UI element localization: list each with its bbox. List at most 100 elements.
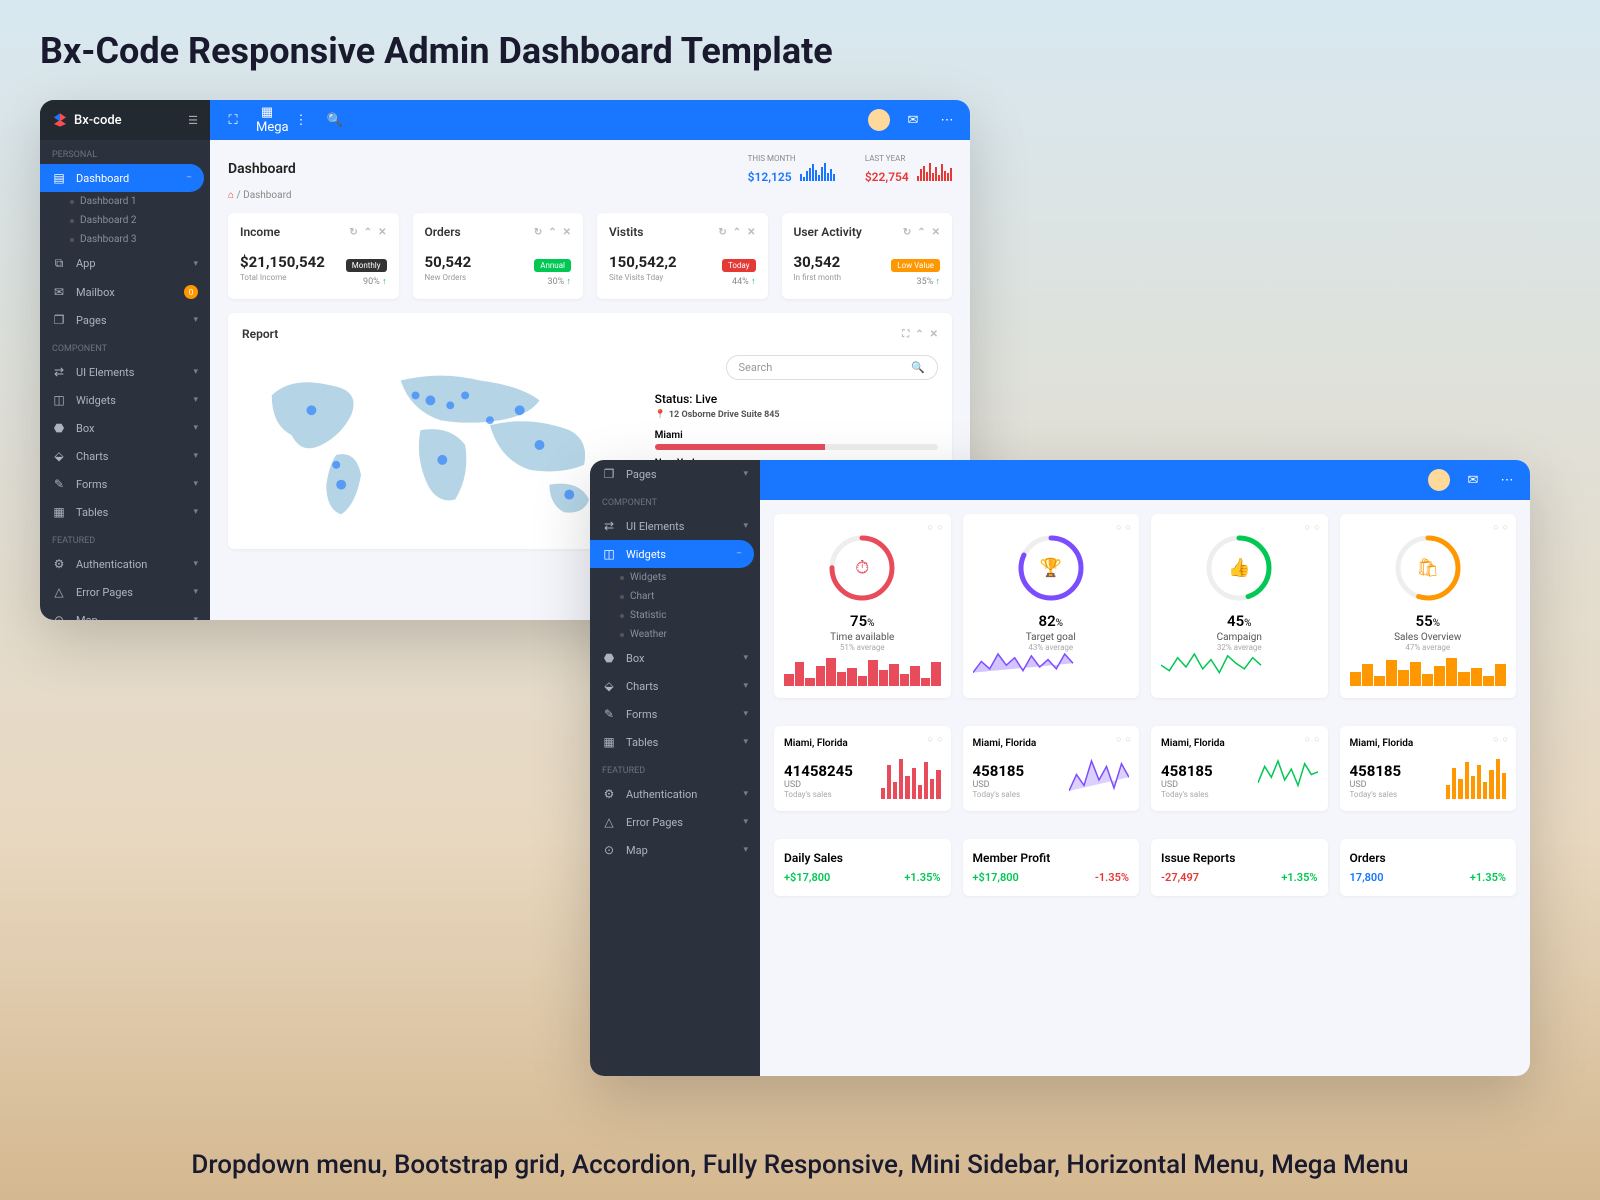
close-icon[interactable]: ✕: [930, 329, 938, 340]
fullscreen-icon[interactable]: ⛶: [222, 113, 244, 128]
mail-topbar-icon[interactable]: ✉: [1462, 473, 1484, 488]
sidebar-item-box[interactable]: ⬣Box▾: [590, 644, 760, 672]
sidebar-item-forms[interactable]: ✎Forms▾: [590, 700, 760, 728]
pages-icon: ❐: [52, 313, 66, 327]
sidebar-item-widgets[interactable]: ◫Widgets▾: [40, 386, 210, 414]
location-value: 458185: [973, 762, 1025, 780]
collapse-icon[interactable]: ⌃: [733, 227, 741, 238]
collapse-icon[interactable]: ⌃: [917, 227, 925, 238]
donut-chart: 🏆: [1015, 532, 1087, 604]
search-icon[interactable]: 🔍: [324, 113, 346, 128]
sidebar-item-app[interactable]: ⧉App▾: [40, 249, 210, 278]
widget-percent: 82%: [973, 612, 1130, 630]
card-percent: 44% ↑: [722, 276, 756, 287]
sidebar-item-mailbox[interactable]: ✉Mailbox0: [40, 278, 210, 306]
refresh-icon[interactable]: ○: [928, 522, 933, 533]
sidebar-item-error[interactable]: △Error Pages▾: [40, 578, 210, 606]
avatar[interactable]: [868, 109, 890, 131]
sidebar-item-pages[interactable]: ❐Pages▾: [590, 460, 760, 488]
widget-icon: 👍: [1228, 558, 1250, 579]
sidebar-item-tables[interactable]: ▦Tables▾: [590, 728, 760, 756]
close-icon[interactable]: ○: [1126, 522, 1131, 533]
card-percent: 35% ↑: [891, 276, 940, 287]
breadcrumb: ⌂ / Dashboard: [228, 190, 952, 201]
avatar[interactable]: [1428, 469, 1450, 491]
card-value: 150,542,2: [609, 253, 677, 271]
close-icon[interactable]: ○: [1314, 734, 1319, 745]
refresh-icon[interactable]: ↻: [534, 227, 542, 238]
warning-icon: △: [52, 585, 66, 599]
mail-topbar-icon[interactable]: ✉: [902, 113, 924, 128]
widget-icon: 🛍: [1416, 558, 1439, 579]
menu-toggle-icon[interactable]: ☰: [188, 114, 198, 127]
refresh-icon[interactable]: ↻: [903, 227, 911, 238]
refresh-icon[interactable]: ○: [1305, 522, 1310, 533]
mega-menu-button[interactable]: ▦ Mega: [256, 105, 278, 135]
widgets-row-2: ○○ Miami, Florida 41458245USDToday's sal…: [760, 712, 1530, 825]
sidebar-item-ui[interactable]: ⇄UI Elements▾: [590, 512, 760, 540]
report-search[interactable]: Search🔍: [726, 355, 938, 380]
refresh-icon[interactable]: ○: [1116, 734, 1121, 745]
sidebar-item-charts[interactable]: ⬙Charts▾: [590, 672, 760, 700]
sidebar-item-auth[interactable]: ⚙Authentication▾: [590, 780, 760, 808]
sidebar-item-map[interactable]: ⊙Map▾: [40, 606, 210, 620]
sidebar-sub-weather[interactable]: Weather: [590, 625, 760, 644]
location-sub: Today's sales: [1350, 790, 1402, 799]
close-icon[interactable]: ○: [1503, 734, 1508, 745]
sidebar: Bx-code ☰ PERSONAL ▤Dashboard– Dashboard…: [40, 100, 210, 620]
more-icon[interactable]: ⋮: [290, 113, 312, 128]
dots-icon[interactable]: ⋯: [936, 113, 958, 128]
expand-icon[interactable]: ⛶: [902, 329, 909, 340]
world-map[interactable]: [242, 355, 639, 535]
location-card: ○○ Miami, Florida 458185USDToday's sales: [963, 726, 1140, 811]
card-tag: Annual: [534, 259, 571, 272]
refresh-icon[interactable]: ↻: [718, 227, 726, 238]
sidebar-item-pages[interactable]: ❐Pages▾: [40, 306, 210, 334]
sidebar-item-box[interactable]: ⬣Box▾: [40, 414, 210, 442]
sidebar-item-map[interactable]: ⊙Map▾: [590, 836, 760, 864]
refresh-icon[interactable]: ↻: [349, 227, 357, 238]
close-icon[interactable]: ○: [1503, 522, 1508, 533]
sidebar-item-auth[interactable]: ⚙Authentication▾: [40, 550, 210, 578]
sidebar-sub-chart[interactable]: Chart: [590, 587, 760, 606]
sidebar-sub-dash2[interactable]: Dashboard 2: [40, 211, 210, 230]
close-icon[interactable]: ✕: [747, 227, 755, 238]
sidebar-item-tables[interactable]: ▦Tables▾: [40, 498, 210, 526]
sidebar-sub-dash3[interactable]: Dashboard 3: [40, 230, 210, 249]
sidebar: ❐Pages▾ COMPONENT ⇄UI Elements▾ ◫Widgets…: [590, 460, 760, 1076]
sidebar-sub-widgets[interactable]: Widgets: [590, 568, 760, 587]
sidebar-item-ui[interactable]: ⇄UI Elements▾: [40, 358, 210, 386]
close-icon[interactable]: ✕: [378, 227, 386, 238]
sidebar-item-charts[interactable]: ⬙Charts▾: [40, 442, 210, 470]
stat-title: Daily Sales: [784, 851, 941, 865]
brand-logo[interactable]: Bx-code: [52, 112, 122, 128]
collapse-icon[interactable]: ⌃: [915, 329, 923, 340]
refresh-icon[interactable]: ○: [928, 734, 933, 745]
close-icon[interactable]: ○: [1314, 522, 1319, 533]
sidebar-sub-dash1[interactable]: Dashboard 1: [40, 192, 210, 211]
widget-card: ○ ○ 🏆 82% Target goal 43% average: [963, 514, 1140, 698]
sidebar-item-widgets[interactable]: ◫Widgets–: [590, 540, 754, 568]
refresh-icon[interactable]: ○: [1305, 734, 1310, 745]
refresh-icon[interactable]: ○: [1493, 522, 1498, 533]
sidebar-item-dashboard[interactable]: ▤Dashboard–: [40, 164, 204, 192]
widget-title: Target goal: [973, 632, 1130, 643]
location-card: ○○ Miami, Florida 458185USDToday's sales: [1151, 726, 1328, 811]
sidebar-sub-statistic[interactable]: Statistic: [590, 606, 760, 625]
close-icon[interactable]: ○: [1126, 734, 1131, 745]
close-icon[interactable]: ✕: [932, 227, 940, 238]
dots-icon[interactable]: ⋯: [1496, 473, 1518, 488]
widget-avg: 43% average: [973, 643, 1130, 652]
close-icon[interactable]: ✕: [563, 227, 571, 238]
refresh-icon[interactable]: ○: [1116, 522, 1121, 533]
collapse-icon[interactable]: ⌃: [364, 227, 372, 238]
sidebar-item-error[interactable]: △Error Pages▾: [590, 808, 760, 836]
close-icon[interactable]: ○: [937, 522, 942, 533]
location-name: Miami, Florida: [784, 738, 941, 749]
refresh-icon[interactable]: ○: [1493, 734, 1498, 745]
spark-last-year: [917, 163, 952, 181]
close-icon[interactable]: ○: [937, 734, 942, 745]
search-icon: 🔍: [911, 361, 925, 374]
sidebar-item-forms[interactable]: ✎Forms▾: [40, 470, 210, 498]
collapse-icon[interactable]: ⌃: [548, 227, 556, 238]
